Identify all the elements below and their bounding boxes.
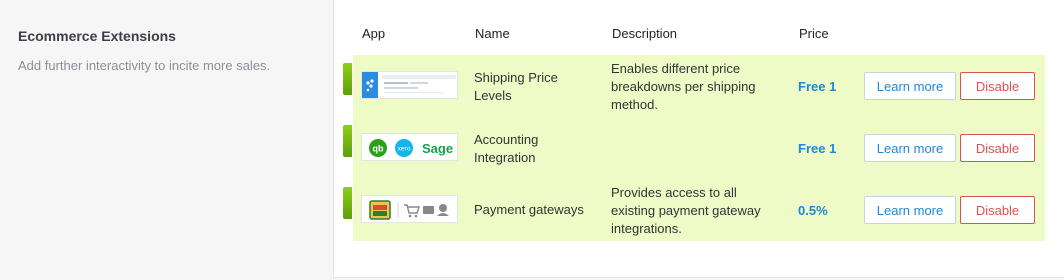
column-header-description: Description — [612, 26, 678, 41]
app-name: Payment gateways — [474, 202, 584, 217]
app-name-line: Accounting — [474, 132, 539, 147]
app-name-line: Levels — [474, 88, 512, 103]
cart-icon — [404, 204, 420, 214]
app-thumbnail-accounting: qb xero Sage — [361, 133, 458, 161]
app-price: Free 1 — [798, 141, 837, 156]
user-icon — [439, 204, 447, 212]
table-row: Shipping Price Levels Enables different … — [343, 55, 1045, 117]
description-line: Provides access to all — [611, 185, 737, 200]
app-description: Enables different price breakdowns per s… — [611, 60, 781, 114]
app-name: Shipping Price Levels — [474, 69, 558, 105]
app-price: 0.5% — [798, 203, 828, 218]
column-header-app: App — [362, 26, 386, 41]
card-icon — [423, 206, 434, 214]
description-line: integrations. — [611, 221, 682, 236]
disable-button[interactable]: Disable — [960, 72, 1035, 100]
description-line: existing payment gateway — [611, 203, 761, 218]
active-marker — [343, 187, 352, 219]
svg-text:Sage: Sage — [422, 141, 453, 156]
app-description: Provides access to all existing payment … — [611, 184, 781, 238]
svg-text:qb: qb — [373, 144, 384, 154]
disable-button[interactable]: Disable — [960, 196, 1035, 224]
accounting-logos-icon: qb xero Sage — [369, 139, 453, 157]
learn-more-button[interactable]: Learn more — [864, 134, 956, 162]
column-header-price: Price — [799, 26, 829, 41]
svg-text:xero: xero — [398, 146, 411, 153]
app-name-line: Integration — [474, 150, 536, 165]
description-line: method. — [611, 97, 658, 112]
column-header-name: Name — [475, 26, 510, 41]
active-marker — [343, 63, 352, 95]
disable-button[interactable]: Disable — [960, 134, 1035, 162]
app-name: Accounting Integration — [474, 131, 538, 167]
app-name-line: Shipping Price — [474, 70, 558, 85]
app-thumbnail-shipping — [361, 71, 458, 99]
app-thumbnail-payment — [361, 195, 458, 223]
extensions-panel: App Name Description Price Shipping Pric… — [333, 0, 1064, 278]
table-row: qb xero Sage Accounting Integration Free… — [343, 117, 1045, 179]
table-row: Payment gateways Provides access to all … — [343, 179, 1045, 241]
section-description: Add further interactivity to incite more… — [18, 58, 271, 73]
description-line: Enables different price — [611, 61, 741, 76]
active-marker — [343, 125, 352, 157]
description-line: breakdowns per shipping — [611, 79, 756, 94]
sidebar: Ecommerce Extensions Add further interac… — [0, 0, 332, 280]
app-price: Free 1 — [798, 79, 837, 94]
learn-more-button[interactable]: Learn more — [864, 72, 956, 100]
section-title: Ecommerce Extensions — [18, 28, 176, 44]
learn-more-button[interactable]: Learn more — [864, 196, 956, 224]
